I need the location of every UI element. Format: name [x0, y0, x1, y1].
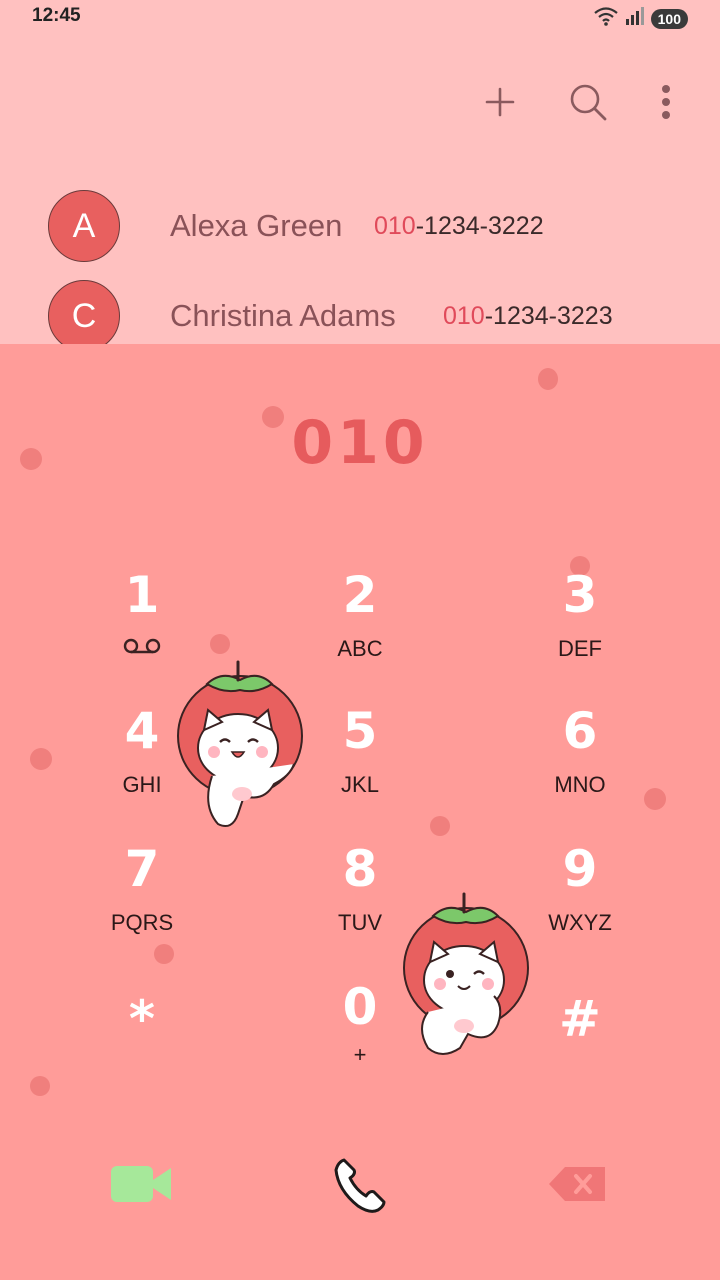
key-digit: 6 — [562, 702, 598, 760]
battery-icon: 100 — [650, 8, 688, 29]
key-digit: 7 — [124, 840, 160, 898]
call-button[interactable] — [316, 1144, 404, 1232]
more-icon — [661, 84, 671, 125]
avatar: A — [48, 190, 120, 262]
key-digit: * — [128, 990, 156, 1048]
dialed-number-display: 010 — [291, 408, 429, 478]
contact-number: 010-1234-3223 — [443, 302, 613, 331]
search-icon — [568, 82, 608, 127]
dialer-panel: 010 1 2 ABC 3 DEF 4 GHI 5 JKL 6 MNO 7 PQ… — [0, 344, 720, 1280]
status-icons: 100 — [593, 6, 688, 31]
key-digit: 1 — [124, 566, 160, 624]
dial-key-star[interactable]: * — [42, 990, 242, 1110]
number-rest: -1234-3222 — [415, 211, 544, 240]
wifi-icon — [593, 6, 619, 31]
key-letters: DEF — [558, 636, 602, 661]
contact-name: Christina Adams — [170, 298, 396, 333]
key-letters: PQRS — [110, 910, 174, 935]
call-icon — [330, 1156, 390, 1221]
search-button[interactable] — [564, 80, 612, 128]
key-digit: 2 — [342, 566, 378, 624]
backspace-button[interactable] — [536, 1154, 620, 1218]
number-rest: -1234-3223 — [484, 301, 613, 330]
key-letters: MNO — [554, 772, 606, 797]
dial-key-7[interactable]: 7 PQRS — [42, 840, 242, 960]
video-call-icon — [111, 1164, 173, 1209]
dial-key-6[interactable]: 6 MNO — [480, 702, 680, 822]
contact-suggestion[interactable]: A Alexa Green 010-1234-3222 — [0, 186, 720, 266]
add-icon — [484, 86, 516, 123]
backspace-icon — [549, 1165, 607, 1208]
dial-key-3[interactable]: 3 DEF — [480, 566, 680, 686]
dialer-bottom-bar — [0, 1144, 720, 1254]
top-actions — [476, 80, 680, 128]
more-options-button[interactable] — [652, 80, 680, 128]
video-call-button[interactable] — [100, 1154, 184, 1218]
number-match: 010 — [443, 301, 485, 330]
signal-icon — [625, 7, 645, 30]
number-match: 010 — [374, 211, 416, 240]
status-bar: 12:45 100 — [0, 0, 720, 34]
add-contact-button[interactable] — [476, 80, 524, 128]
key-digit: 3 — [562, 566, 598, 624]
status-time: 12:45 — [32, 5, 81, 26]
contact-number: 010-1234-3222 — [374, 212, 544, 241]
avatar: C — [48, 280, 120, 352]
strawberry-cat-sticker — [172, 656, 312, 841]
background-dot — [538, 368, 558, 390]
contact-name: Alexa Green — [170, 208, 343, 243]
strawberry-cat-sticker — [398, 888, 538, 1073]
